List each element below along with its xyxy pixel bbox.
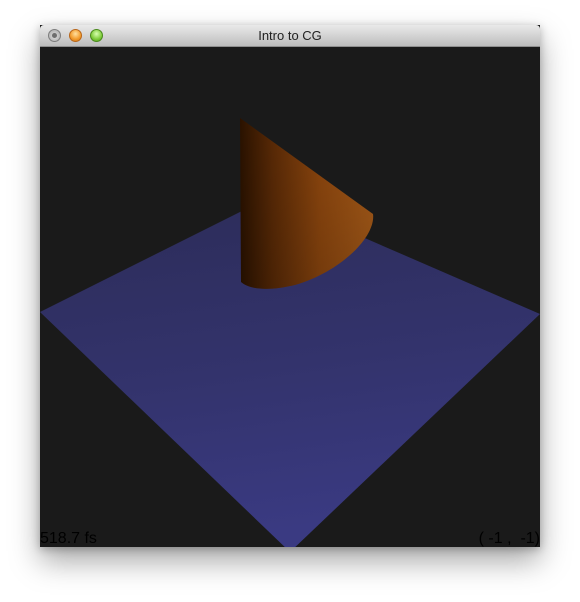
app-window: Intro to CG 518.7 fs (-1 , -1) — [40, 25, 540, 547]
window-title: Intro to CG — [258, 28, 322, 43]
screen: Intro to CG 518.7 fs (-1 , -1) — [0, 0, 580, 602]
fps-readout: 518.7 fs — [40, 530, 97, 547]
mouse-coords-readout: ( -1 , -1) — [478, 530, 540, 547]
scene-render — [40, 118, 540, 547]
gl-viewport[interactable]: 518.7 fs ( -1 , -1) — [40, 47, 540, 547]
title-bar[interactable]: Intro to CG — [40, 25, 540, 47]
